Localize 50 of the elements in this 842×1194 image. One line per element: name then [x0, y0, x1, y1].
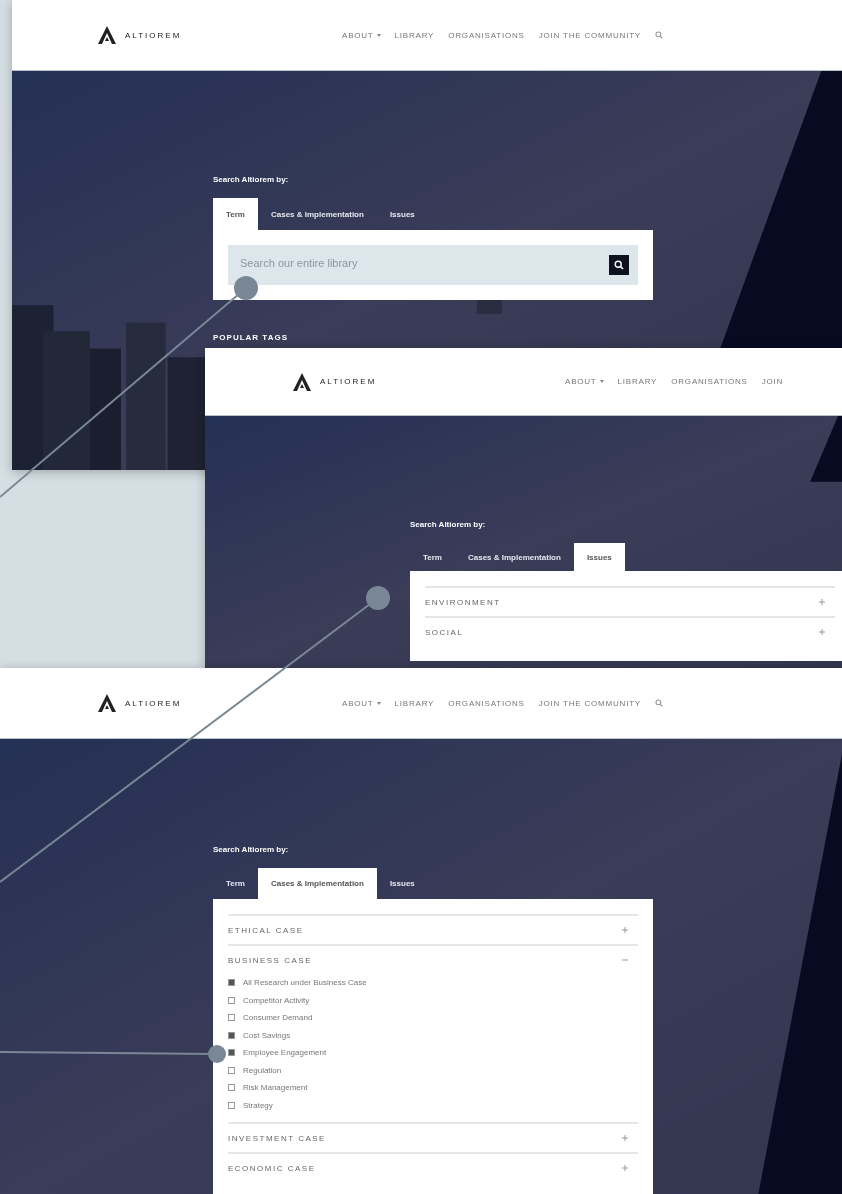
logo-icon	[97, 25, 117, 45]
caret-icon	[376, 33, 381, 37]
checkbox[interactable]	[228, 979, 235, 987]
search-tab[interactable]: Term	[213, 868, 258, 899]
logo-text: ALTIOREM	[125, 698, 182, 708]
section-title: INVESTMENT CASE	[228, 1133, 326, 1143]
checkbox-label: Risk Management	[243, 1083, 308, 1093]
section-title: BUSINESS CASE	[228, 955, 312, 965]
checkbox-label: Regulation	[243, 1065, 282, 1075]
section-title: ETHICAL CASE	[228, 925, 304, 935]
accordion-header[interactable]: ETHICAL CASE	[228, 916, 638, 944]
logo-text: ALTIOREM	[125, 30, 182, 40]
nav-link[interactable]: ABOUT	[342, 698, 381, 708]
logo-icon	[97, 693, 117, 713]
checkbox-label: Cost Savings	[243, 1030, 291, 1040]
checkbox[interactable]	[228, 996, 235, 1004]
search-heading: Search Altiorem by:	[213, 845, 290, 854]
checkbox[interactable]	[228, 1066, 235, 1074]
accordion-header[interactable]: ENVIRONMENT	[425, 588, 835, 616]
nav-link[interactable]: JOIN THE COMMUNITY	[538, 30, 641, 40]
section-title: SOCIAL	[425, 627, 464, 637]
accordion-header[interactable]: BUSINESS CASE	[228, 946, 638, 974]
caret-icon	[376, 701, 381, 705]
search-tab[interactable]: Issues	[376, 868, 428, 899]
checkbox-label: All Research under Business Case	[243, 978, 367, 988]
accordion-header[interactable]: ECONOMIC CASE	[228, 1154, 638, 1182]
checkbox-label: Strategy	[243, 1100, 273, 1110]
search-heading: Search Altiorem by:	[410, 520, 487, 529]
checkbox[interactable]	[228, 1101, 235, 1109]
nav-link[interactable]: ABOUT	[342, 30, 381, 40]
checkbox-label: Competitor Activity	[243, 995, 310, 1005]
nav-link[interactable]: ORGANISATIONS	[448, 30, 525, 40]
checkbox[interactable]	[228, 1084, 235, 1092]
checkbox[interactable]	[228, 1049, 235, 1057]
checkbox-label: Employee Engagement	[243, 1048, 327, 1058]
nav-link[interactable]: JOIN THE COMMUNITY	[538, 698, 641, 708]
section-title: ENVIRONMENT	[425, 597, 501, 607]
section-title: ECONOMIC CASE	[228, 1163, 316, 1173]
checkbox[interactable]	[228, 1031, 235, 1039]
nav-link[interactable]: ORGANISATIONS	[448, 698, 525, 708]
nav-link[interactable]: LIBRARY	[394, 698, 435, 708]
search-tab[interactable]: Cases & Implementation	[257, 868, 377, 899]
nav-link[interactable]: LIBRARY	[394, 30, 435, 40]
checkbox-label: Consumer Demand	[243, 1013, 313, 1023]
accordion-header[interactable]: INVESTMENT CASE	[228, 1124, 638, 1152]
checkbox[interactable]	[228, 1014, 235, 1022]
accordion-header[interactable]: SOCIAL	[425, 618, 835, 646]
search-tab[interactable]: Cases & Implementation	[454, 543, 574, 571]
search-tab[interactable]: Issues	[573, 543, 625, 571]
search-tab[interactable]: Term	[410, 543, 455, 571]
